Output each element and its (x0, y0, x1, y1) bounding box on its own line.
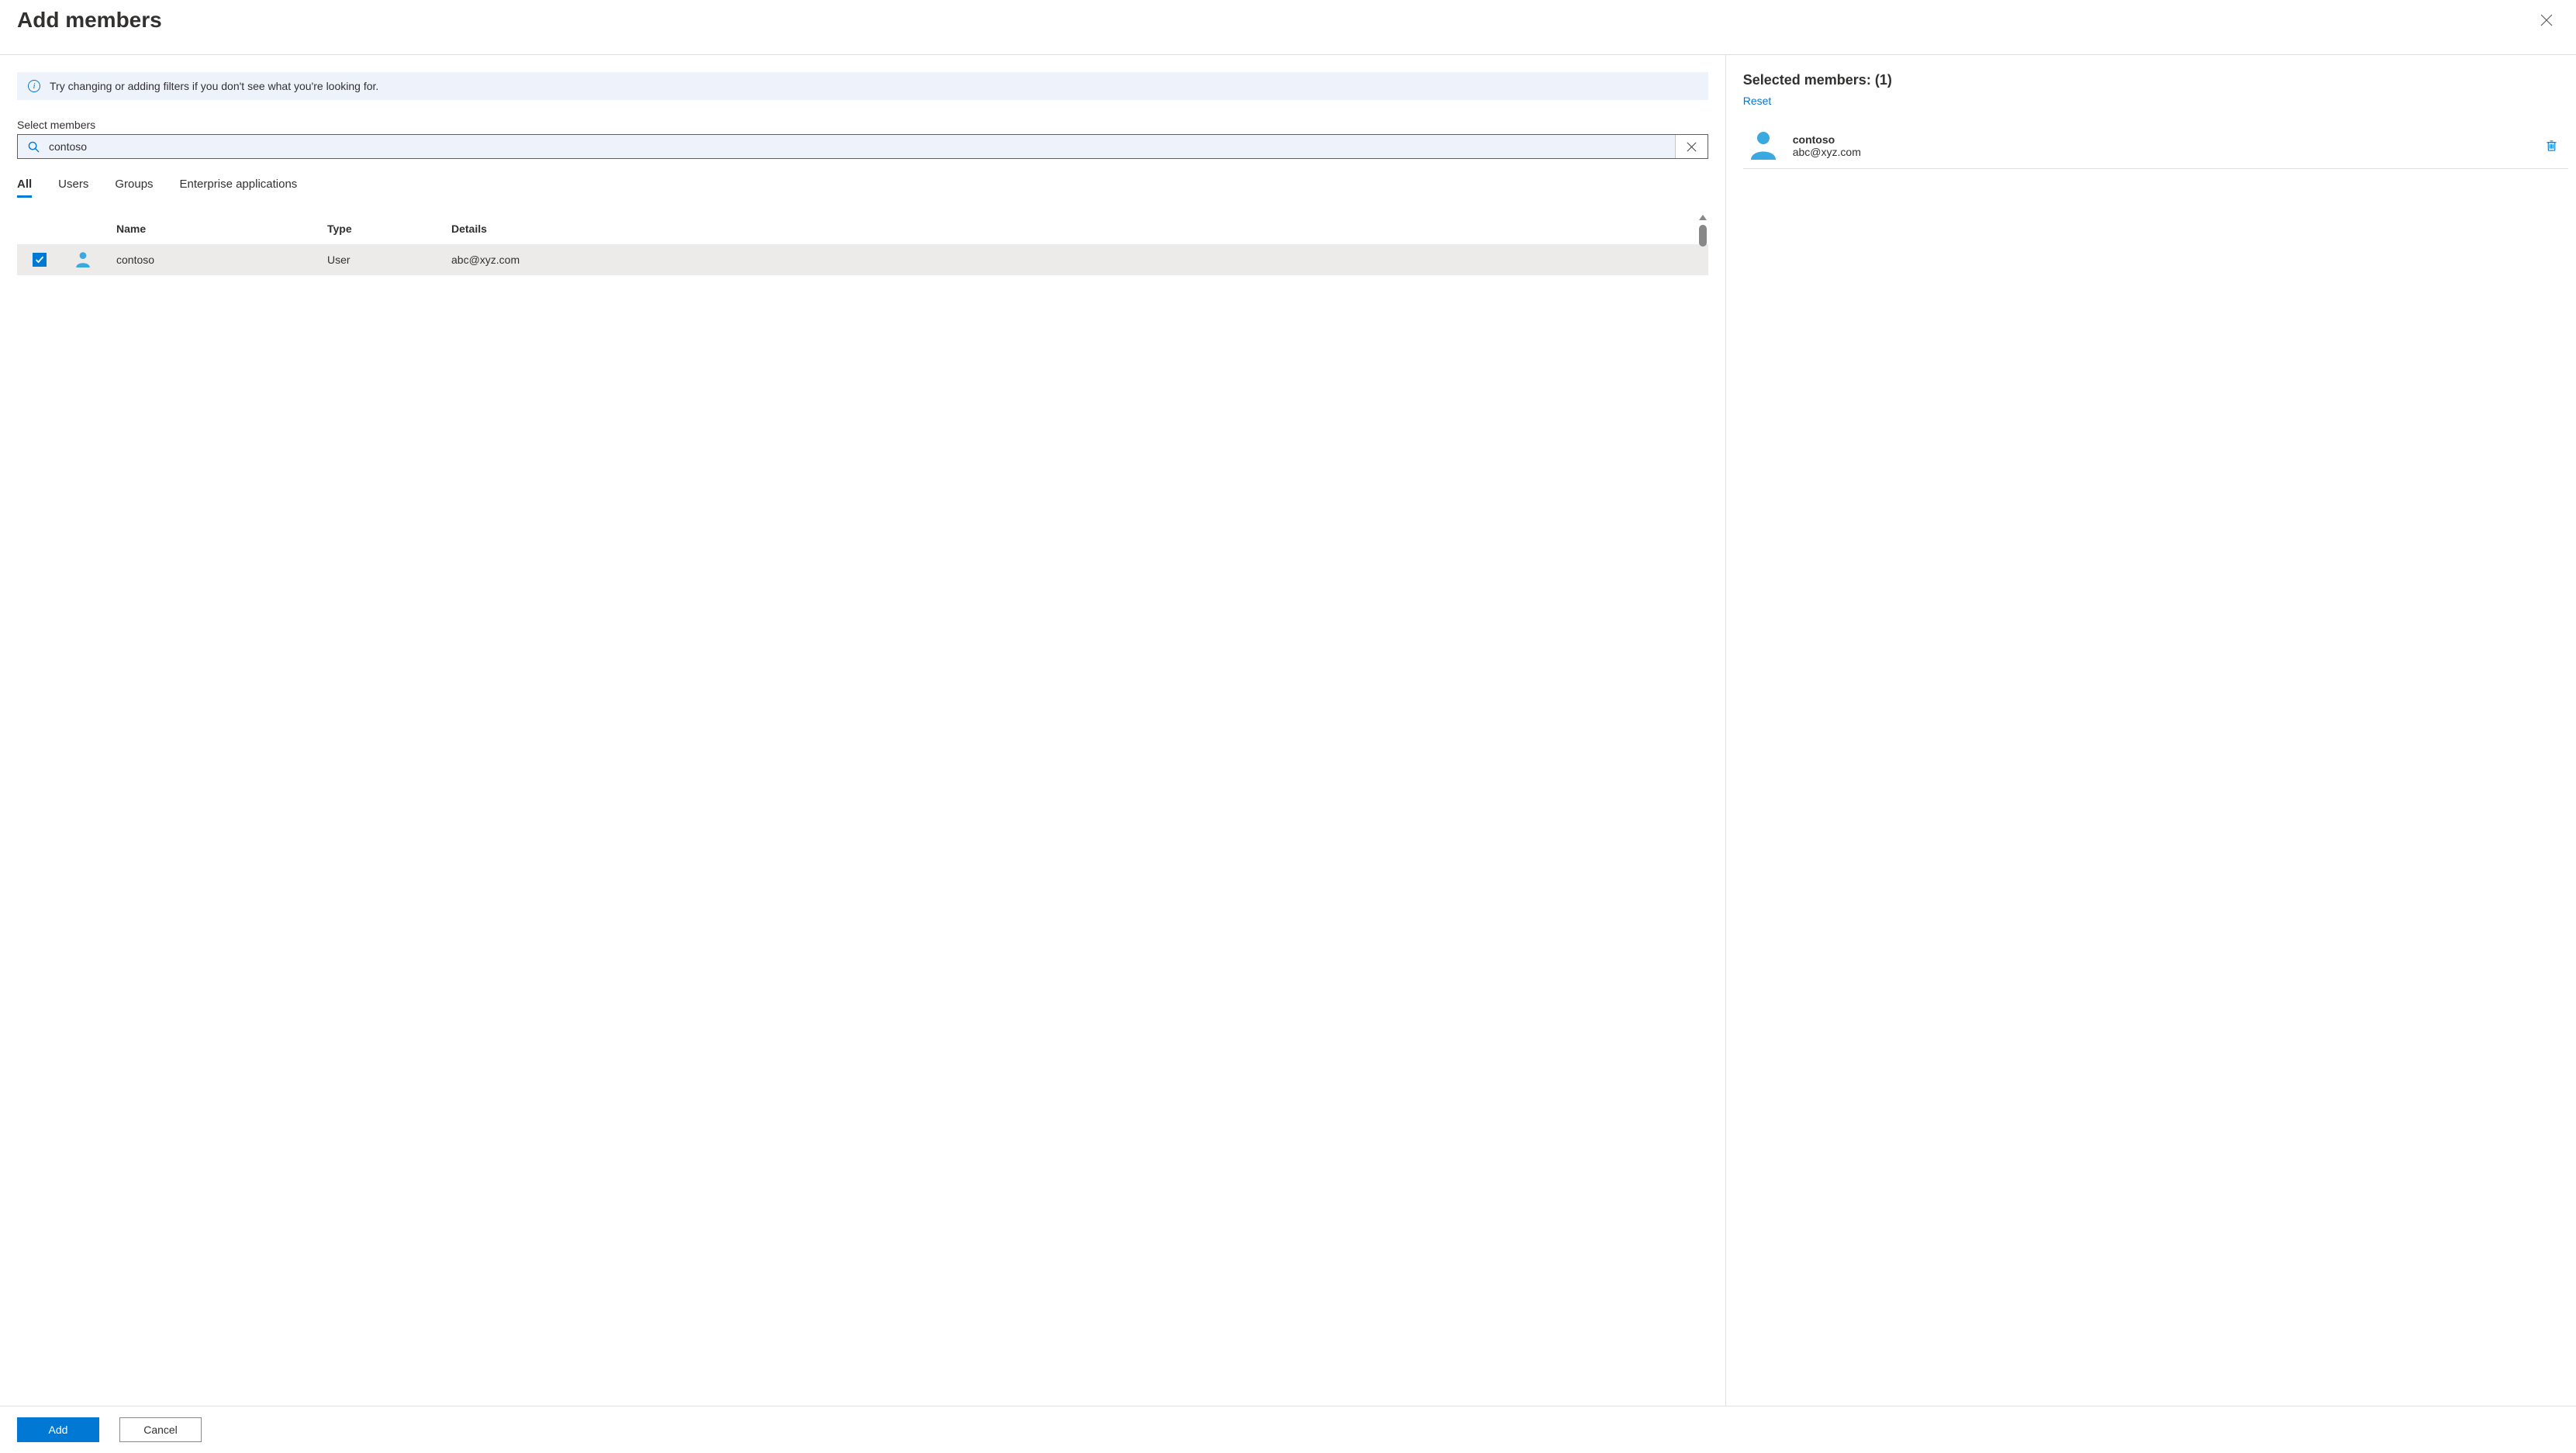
info-text: Try changing or adding filters if you do… (50, 80, 378, 92)
tab-enterprise-applications[interactable]: Enterprise applications (180, 178, 298, 198)
selected-header: Selected members: (1) (1743, 72, 2568, 88)
reset-link[interactable]: Reset (1743, 95, 1772, 107)
tab-groups[interactable]: Groups (115, 178, 153, 198)
scroll-thumb[interactable] (1699, 225, 1707, 247)
row-details: abc@xyz.com (451, 254, 1708, 266)
selected-item: contoso abc@xyz.com (1743, 123, 2568, 169)
row-name: contoso (110, 254, 327, 266)
clear-search-button[interactable] (1675, 135, 1708, 158)
user-icon (74, 250, 92, 267)
search-input[interactable] (49, 135, 1675, 158)
close-button[interactable] (2534, 8, 2559, 33)
remove-selected-button[interactable] (2539, 140, 2564, 151)
filter-tabs: All Users Groups Enterprise applications (17, 178, 1708, 198)
dialog-title: Add members (17, 8, 162, 33)
tab-all[interactable]: All (17, 178, 32, 198)
column-header-type: Type (327, 223, 451, 235)
tab-users[interactable]: Users (58, 178, 88, 198)
selected-list: contoso abc@xyz.com (1743, 123, 2568, 169)
row-type: User (327, 254, 451, 266)
scroll-up-icon (1699, 215, 1707, 220)
column-header-name: Name (110, 223, 327, 235)
search-label: Select members (17, 119, 1708, 131)
clear-icon (1687, 142, 1697, 152)
cancel-button[interactable]: Cancel (119, 1417, 202, 1442)
search-field[interactable] (17, 134, 1708, 159)
selected-item-details: abc@xyz.com (1793, 146, 2539, 158)
close-icon (2540, 14, 2553, 26)
column-header-details: Details (451, 223, 1708, 235)
search-icon (18, 135, 49, 158)
row-checkbox[interactable] (33, 253, 47, 267)
selected-item-name: contoso (1793, 133, 2539, 146)
info-banner: i Try changing or adding filters if you … (17, 72, 1708, 100)
check-icon (35, 255, 44, 264)
result-row[interactable]: contoso User abc@xyz.com (17, 244, 1708, 275)
results-scrollbar[interactable] (1697, 215, 1708, 1406)
trash-icon (2546, 140, 2557, 151)
user-icon (1748, 129, 1779, 160)
info-icon: i (28, 80, 40, 92)
results-list: Name Type Details (17, 215, 1708, 1406)
add-button[interactable]: Add (17, 1417, 99, 1442)
